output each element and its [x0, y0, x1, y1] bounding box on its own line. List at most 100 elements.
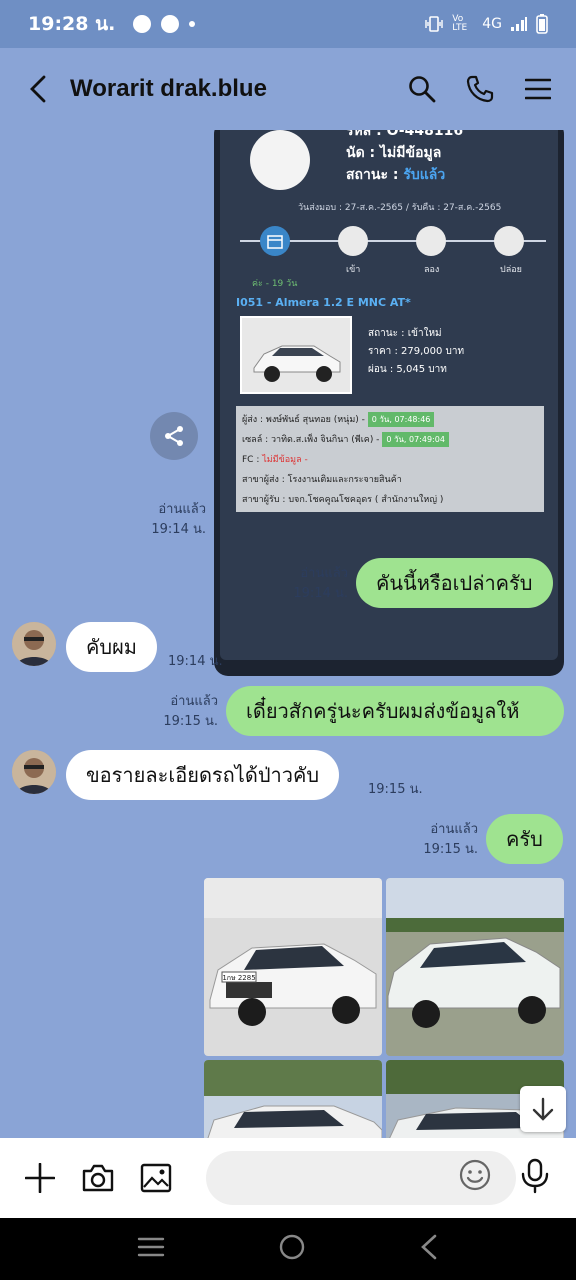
message-time: 19:15 น. [423, 842, 478, 857]
message-text: ครับ [506, 827, 543, 851]
info-sender: ผู้ส่ง : พงษ์พันธ์ สุนทอย (หนุ่ม) - 0 วั… [242, 412, 435, 427]
info-box: ผู้ส่ง : พงษ์พันธ์ สุนทอย (หนุ่ม) - 0 วั… [236, 406, 544, 512]
car-photo[interactable]: 1กษ 2285 [204, 878, 382, 1056]
chat-area[interactable]: รหัส : O-448116 นัด : ไม่มีข้อมูล สถานะ … [0, 130, 576, 1138]
search-button[interactable] [404, 71, 440, 107]
system-nav-bar [0, 1218, 576, 1280]
calendar-icon [260, 226, 290, 256]
message-text: คันนี้หรือเปล่าครับ [376, 571, 533, 595]
emoji-button[interactable] [458, 1158, 492, 1196]
app-notification-icon [161, 15, 180, 33]
vibrate-icon [425, 16, 443, 32]
status-time: 19:28 น. [28, 13, 116, 35]
back-icon [421, 1234, 437, 1260]
info-sales-label: เซลล์ : วาทิด.ส.เพ็ง จินกินา (พีเค) - [242, 435, 380, 445]
info-branch-send: สาขาผู้ส่ง : โรงงานเติมและกระจายสินค้า [242, 475, 402, 485]
message-text: เดี๋ยวสักครู่นะครับผมส่งข้อมูลให้ [246, 699, 520, 723]
message-time: 19:15 น. [163, 714, 218, 729]
timeline-label-release: ปล่อย [500, 265, 522, 275]
read-label: อ่านแล้ว [430, 822, 478, 837]
timeline-label-enter: เข้า [346, 265, 361, 275]
car-photo[interactable] [386, 878, 564, 1056]
sales-time-badge: 0 วัน, 07:49:04 [382, 432, 449, 447]
incoming-message-bubble[interactable]: คับผม [66, 622, 157, 672]
card-dates: วันส่งมอบ : 27-ส.ค.-2565 / รับคืน : 27-ส… [298, 203, 502, 213]
message-text: คับผม [86, 635, 137, 659]
info-fc-value: ไม่มีข้อมูล - [262, 455, 308, 465]
scroll-down-button[interactable] [520, 1086, 566, 1132]
detail-price: ราคา : 279,000 บาท [368, 346, 465, 357]
status-indicators: Vo LTE 4G [424, 14, 548, 34]
profile-placeholder [250, 130, 310, 190]
card-status: สถานะ : รับแล้ว [346, 164, 445, 186]
smiley-icon [459, 1159, 491, 1191]
home-button[interactable] [278, 1233, 306, 1265]
car-photo[interactable] [204, 1060, 382, 1138]
info-sender-label: ผู้ส่ง : พงษ์พันธ์ สุนทอย (หนุ่ม) - [242, 415, 365, 425]
search-icon [409, 76, 436, 103]
chevron-left-icon [30, 75, 46, 103]
phone-icon [466, 75, 494, 103]
detail-status: สถานะ : เข้าใหม่ [368, 328, 442, 339]
camera-icon [82, 1164, 114, 1192]
outgoing-message-bubble[interactable]: ครับ [486, 814, 563, 864]
status-bar: 19:28 น. Vo LTE 4G [0, 0, 576, 48]
timeline-label-test: ลอง [424, 265, 440, 275]
battery-icon [536, 14, 548, 34]
message-time: 19:14 น. [151, 522, 206, 537]
incoming-message-bubble[interactable]: ขอรายละเอียดรถได้ป่าวคับ [66, 750, 340, 800]
back-nav-button[interactable] [419, 1234, 439, 1264]
microphone-icon [521, 1158, 549, 1194]
car-wash-icon [338, 226, 368, 256]
menu-button[interactable] [520, 71, 556, 107]
camera-button[interactable] [78, 1158, 118, 1198]
message-meta-2: อ่านแล้ว 19:14 น. [282, 564, 348, 604]
message-time: 19:14 น. [293, 586, 348, 601]
info-fc: FC : ไม่มีข้อมูล - [242, 452, 308, 466]
signal-icon [511, 17, 527, 31]
read-label: อ่านแล้ว [300, 566, 348, 581]
read-label: อ่านแล้ว [170, 694, 218, 709]
home-icon [279, 1234, 305, 1260]
recent-apps-button[interactable] [137, 1236, 165, 1262]
hamburger-icon [525, 78, 551, 100]
more-notifications-icon [189, 21, 196, 27]
image-icon [140, 1163, 172, 1193]
plus-icon [25, 1163, 55, 1193]
info-fc-label: FC : [242, 455, 263, 465]
card-code: รหัส : O-448116 [346, 130, 464, 139]
car-model: I051 - Almera 1.2 E MNC AT* [236, 296, 411, 309]
outgoing-message-bubble[interactable]: เดี๋ยวสักครู่นะครับผมส่งข้อมูลให้ [226, 686, 564, 736]
message-meta-3: อ่านแล้ว 19:15 น. [152, 692, 218, 732]
share-button[interactable] [150, 412, 198, 460]
key-icon [494, 226, 524, 256]
volte-label: Vo LTE [452, 14, 468, 33]
read-label: อ่านแล้ว [158, 502, 206, 517]
recent-apps-icon [137, 1237, 164, 1257]
info-sales: เซลล์ : วาทิด.ส.เพ็ง จินกินา (พีเค) - 0 … [242, 432, 449, 447]
info-branch-receive: สาขาผู้รับ : บจก.โชคคูณโชคอุดร ( สำนักงา… [242, 495, 444, 505]
message-time: 19:15 น. [368, 782, 423, 797]
call-button[interactable] [462, 71, 498, 107]
chat-title: Worarit drak.blue [70, 75, 267, 102]
license-plate: 1กษ 2285 [222, 974, 255, 982]
message-meta-4: อ่านแล้ว 19:15 น. [412, 820, 478, 860]
detail-installment: ผ่อน : 5,045 บาท [368, 364, 447, 375]
line-notification-icon [133, 15, 152, 33]
outgoing-message-bubble[interactable]: คันนี้หรือเปล่าครับ [356, 558, 553, 608]
contact-avatar[interactable] [12, 622, 56, 666]
network-label: 4G [482, 16, 502, 32]
card-status-value: รับแล้ว [403, 167, 446, 183]
contact-avatar[interactable] [12, 750, 56, 794]
test-drive-icon [416, 226, 446, 256]
chat-header: Worarit drak.blue [0, 48, 576, 130]
gallery-button[interactable] [136, 1158, 176, 1198]
arrow-down-icon [532, 1097, 554, 1121]
back-button[interactable] [20, 71, 56, 107]
add-button[interactable] [20, 1158, 60, 1198]
days-count: ค่ะ - 19 วัน [252, 279, 298, 289]
sender-time-badge: 0 วัน, 07:48:46 [367, 412, 435, 427]
card-appointment: นัด : ไม่มีข้อมูล [346, 145, 442, 161]
message-meta-1: อ่านแล้ว 19:14 น. [140, 500, 206, 540]
voice-button[interactable] [520, 1158, 550, 1198]
